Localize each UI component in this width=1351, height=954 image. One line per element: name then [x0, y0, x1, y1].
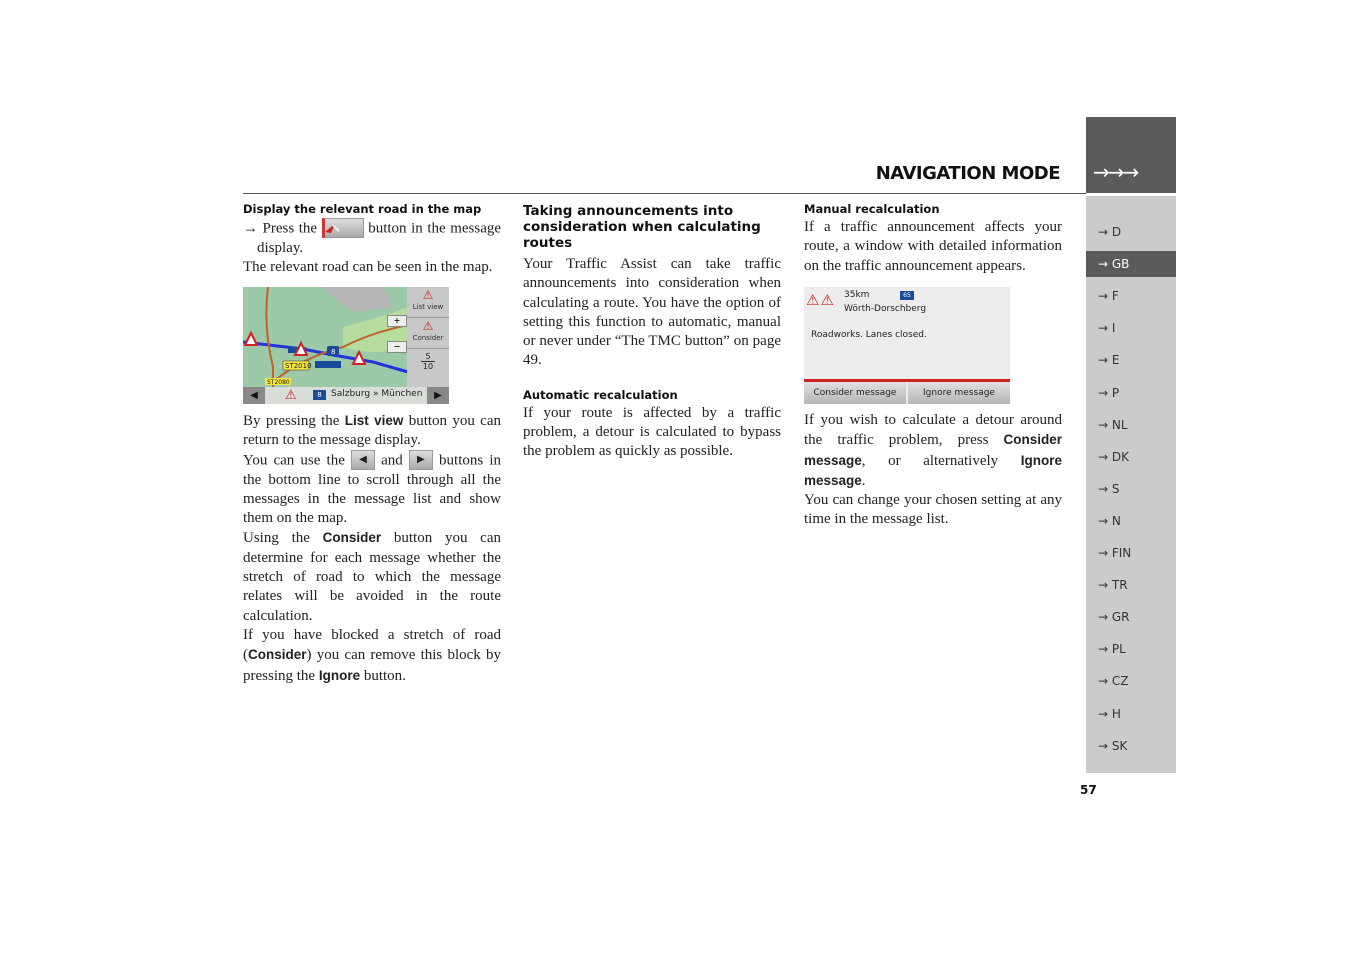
language-link[interactable]: → SK [1086, 733, 1176, 759]
language-link[interactable]: → E [1086, 347, 1176, 373]
prev-message-button[interactable]: ◀ [243, 387, 265, 404]
ignore-message-button[interactable]: Ignore message [908, 382, 1010, 404]
language-link[interactable]: → FIN [1086, 540, 1176, 566]
column-manual-cont: If you wish to calculate a detour around… [804, 411, 1062, 530]
consider-icon: ⚠ [422, 319, 434, 333]
page-total: 10 [421, 361, 435, 371]
next-message-button[interactable]: ▶ [427, 387, 449, 404]
language-link[interactable]: → N [1086, 508, 1176, 534]
section-heading: Automatic recalculation [523, 387, 678, 402]
page-counter: 5 10 [407, 349, 449, 371]
map-side-panel: ⚠ List view ⚠ Consider 5 10 [407, 287, 449, 387]
route-text: Salzburg » München [331, 389, 423, 399]
language-sidebar: → D → GB → F → I → E → P → NL → DK → S → N → FIN → … [1086, 196, 1176, 773]
paragraph: The relevant road can be seen in the map… [243, 259, 493, 276]
column-announcements: Taking announcements into consideration … [523, 203, 781, 462]
language-link[interactable]: → PL [1086, 636, 1176, 662]
consider-label: Consider [412, 334, 444, 342]
list-view-label: List view [412, 303, 444, 311]
map-button-inline-icon [321, 218, 364, 238]
column-display-road: Display the relevant road in the map → P… [243, 202, 501, 278]
header-arrows: →→→ [1093, 160, 1139, 184]
route-badge: 8 [313, 390, 326, 400]
warning-icon: ⚠ [285, 388, 297, 403]
zoom-out-button[interactable]: − [387, 341, 407, 353]
consider-button[interactable]: ⚠ Consider [407, 318, 449, 349]
paragraph: If a traffic announcement affects your r… [804, 219, 1062, 274]
zoom-in-button[interactable]: + [387, 315, 407, 327]
page-title: NAVIGATION MODE [875, 163, 1061, 184]
paragraph: If you have blocked a stretch of road (C… [243, 626, 501, 684]
consider-message-button[interactable]: Consider message [804, 382, 906, 404]
language-link[interactable]: → F [1086, 283, 1176, 309]
language-link[interactable]: → D [1086, 219, 1176, 245]
language-link[interactable]: → DK [1086, 444, 1176, 470]
svg-text:8: 8 [331, 348, 335, 356]
location: Wörth-Dorschberg [844, 304, 927, 314]
prev-arrow-inline-icon: ◀ [350, 449, 375, 470]
step-press-button: → Press the button in the message displa… [243, 218, 501, 258]
section-heading: Manual recalculation [804, 202, 940, 216]
language-link[interactable]: → CZ [1086, 668, 1176, 694]
page-current: 5 [425, 352, 431, 361]
language-link[interactable]: → GR [1086, 604, 1176, 630]
paragraph: You can use the ◀ and ▶ buttons in the b… [243, 449, 501, 529]
paragraph: You can change your chosen setting at an… [804, 492, 1062, 528]
list-view-button[interactable]: ⚠ List view [407, 287, 449, 318]
column-display-road-cont: By pressing the List view button you can… [243, 411, 501, 686]
paragraph: By pressing the List view button you can… [243, 413, 501, 449]
paragraph: Your Traffic Assist can take traffic ann… [523, 256, 781, 369]
language-link[interactable]: → GB [1086, 251, 1176, 278]
list-view-icon: ⚠ [422, 288, 434, 302]
road-badge: 65 [900, 291, 914, 300]
language-link[interactable]: → I [1086, 315, 1176, 341]
svg-text:ST2080: ST2080 [267, 379, 290, 386]
language-link[interactable]: → TR [1086, 572, 1176, 598]
header-rule [243, 193, 1086, 194]
language-link[interactable]: → S [1086, 476, 1176, 502]
language-link[interactable]: → P [1086, 380, 1176, 406]
section-heading: Taking announcements into consideration … [523, 203, 761, 251]
distance: 35km [844, 290, 870, 300]
column-manual: Manual recalculation If a traffic announ… [804, 202, 1062, 276]
language-link[interactable]: → H [1086, 701, 1176, 727]
page-number: 57 [1080, 783, 1097, 797]
warning-icons: ⚠⚠ [806, 291, 835, 309]
map-bottom-bar: ◀ ⚠ 8 Salzburg » München ▶ [243, 387, 449, 404]
next-arrow-inline-icon: ▶ [408, 449, 433, 470]
section-heading: Display the relevant road in the map [243, 202, 482, 216]
svg-text:ST2010: ST2010 [285, 362, 312, 370]
language-link[interactable]: → NL [1086, 412, 1176, 438]
paragraph: If your route is affected by a traffic p… [523, 404, 781, 460]
message-screenshot: ⚠⚠ 35km 65 Wörth-Dorschberg Roadworks. L… [804, 287, 1010, 404]
message-text: Roadworks. Lanes closed. [811, 330, 927, 340]
paragraph: Using the Consider button you can determ… [243, 530, 502, 624]
map-screenshot: 8 ST2010 ST2080 + − ⚠ List view ⚠ Consid… [243, 287, 449, 404]
paragraph: If you wish to calculate a detour around… [804, 412, 1062, 489]
